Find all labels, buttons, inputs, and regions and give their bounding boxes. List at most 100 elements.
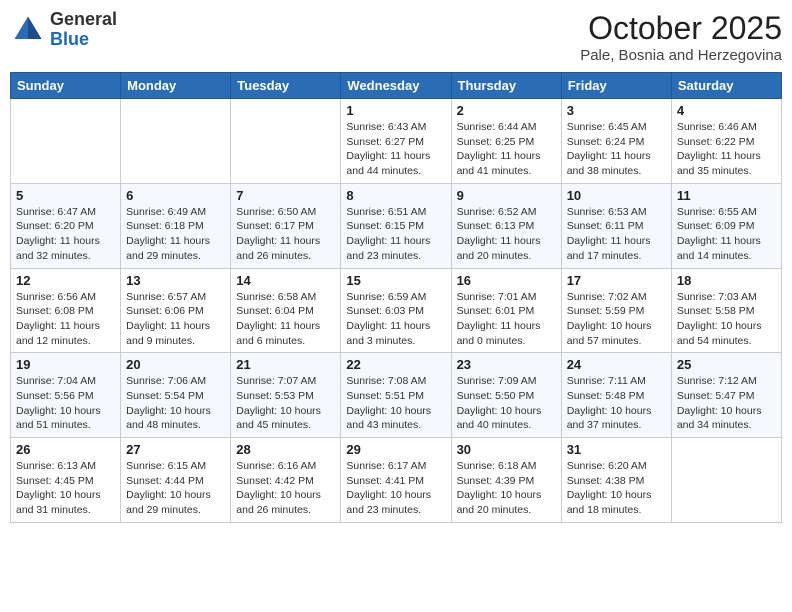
day-number: 9 xyxy=(457,188,556,203)
weekday-header-sunday: Sunday xyxy=(11,73,121,99)
day-info: Sunrise: 6:43 AM Sunset: 6:27 PM Dayligh… xyxy=(346,120,445,179)
day-info: Sunrise: 7:12 AM Sunset: 5:47 PM Dayligh… xyxy=(677,374,776,433)
calendar-cell: 25 Sunrise: 7:12 AM Sunset: 5:47 PM Dayli… xyxy=(671,353,781,438)
calendar-cell: 16 Sunrise: 7:01 AM Sunset: 6:01 PM Dayli… xyxy=(451,268,561,353)
calendar-cell: 21 Sunrise: 7:07 AM Sunset: 5:53 PM Dayli… xyxy=(231,353,341,438)
day-number: 8 xyxy=(346,188,445,203)
calendar-week-row: 26 Sunrise: 6:13 AM Sunset: 4:45 PM Dayli… xyxy=(11,438,782,523)
calendar-cell: 29 Sunrise: 6:17 AM Sunset: 4:41 PM Dayli… xyxy=(341,438,451,523)
calendar-cell: 22 Sunrise: 7:08 AM Sunset: 5:51 PM Dayli… xyxy=(341,353,451,438)
day-info: Sunrise: 7:11 AM Sunset: 5:48 PM Dayligh… xyxy=(567,374,666,433)
calendar-cell: 4 Sunrise: 6:46 AM Sunset: 6:22 PM Daylig… xyxy=(671,99,781,184)
calendar-week-row: 5 Sunrise: 6:47 AM Sunset: 6:20 PM Daylig… xyxy=(11,183,782,268)
logo: General Blue xyxy=(10,10,117,50)
calendar-cell: 9 Sunrise: 6:52 AM Sunset: 6:13 PM Daylig… xyxy=(451,183,561,268)
day-number: 15 xyxy=(346,273,445,288)
day-number: 29 xyxy=(346,442,445,457)
day-info: Sunrise: 6:16 AM Sunset: 4:42 PM Dayligh… xyxy=(236,459,335,518)
day-info: Sunrise: 7:09 AM Sunset: 5:50 PM Dayligh… xyxy=(457,374,556,433)
calendar-cell: 2 Sunrise: 6:44 AM Sunset: 6:25 PM Daylig… xyxy=(451,99,561,184)
day-info: Sunrise: 6:46 AM Sunset: 6:22 PM Dayligh… xyxy=(677,120,776,179)
day-info: Sunrise: 6:55 AM Sunset: 6:09 PM Dayligh… xyxy=(677,205,776,264)
calendar-cell xyxy=(671,438,781,523)
day-info: Sunrise: 6:44 AM Sunset: 6:25 PM Dayligh… xyxy=(457,120,556,179)
day-number: 2 xyxy=(457,103,556,118)
calendar-cell xyxy=(231,99,341,184)
day-info: Sunrise: 6:45 AM Sunset: 6:24 PM Dayligh… xyxy=(567,120,666,179)
day-number: 11 xyxy=(677,188,776,203)
day-info: Sunrise: 6:56 AM Sunset: 6:08 PM Dayligh… xyxy=(16,290,115,349)
calendar-cell: 12 Sunrise: 6:56 AM Sunset: 6:08 PM Dayli… xyxy=(11,268,121,353)
calendar-cell: 17 Sunrise: 7:02 AM Sunset: 5:59 PM Dayli… xyxy=(561,268,671,353)
day-number: 5 xyxy=(16,188,115,203)
logo-icon xyxy=(10,12,46,48)
day-info: Sunrise: 6:58 AM Sunset: 6:04 PM Dayligh… xyxy=(236,290,335,349)
day-info: Sunrise: 6:20 AM Sunset: 4:38 PM Dayligh… xyxy=(567,459,666,518)
calendar-cell: 18Sunrise: 7:03 AM Sunset: 5:58 PM Dayli… xyxy=(671,268,781,353)
day-number: 12 xyxy=(16,273,115,288)
weekday-header-tuesday: Tuesday xyxy=(231,73,341,99)
day-info: Sunrise: 7:07 AM Sunset: 5:53 PM Dayligh… xyxy=(236,374,335,433)
day-number: 1 xyxy=(346,103,445,118)
day-number: 7 xyxy=(236,188,335,203)
day-number: 22 xyxy=(346,357,445,372)
day-number: 6 xyxy=(126,188,225,203)
location-title: Pale, Bosnia and Herzegovina xyxy=(580,47,782,64)
day-info: Sunrise: 7:03 AM Sunset: 5:58 PM Dayligh… xyxy=(677,290,776,349)
calendar-cell: 3Sunrise: 6:45 AM Sunset: 6:24 PM Daylig… xyxy=(561,99,671,184)
day-info: Sunrise: 7:01 AM Sunset: 6:01 PM Dayligh… xyxy=(457,290,556,349)
calendar-cell: 20Sunrise: 7:06 AM Sunset: 5:54 PM Dayli… xyxy=(121,353,231,438)
weekday-header-saturday: Saturday xyxy=(671,73,781,99)
calendar-cell: 27Sunrise: 6:15 AM Sunset: 4:44 PM Dayli… xyxy=(121,438,231,523)
day-number: 17 xyxy=(567,273,666,288)
calendar-week-row: 12 Sunrise: 6:56 AM Sunset: 6:08 PM Dayli… xyxy=(11,268,782,353)
calendar-week-row: 1 Sunrise: 6:43 AM Sunset: 6:27 PM Daylig… xyxy=(11,99,782,184)
calendar-cell: 28 Sunrise: 6:16 AM Sunset: 4:42 PM Dayli… xyxy=(231,438,341,523)
day-info: Sunrise: 7:04 AM Sunset: 5:56 PM Dayligh… xyxy=(16,374,115,433)
day-number: 25 xyxy=(677,357,776,372)
day-number: 30 xyxy=(457,442,556,457)
calendar-cell: 6 Sunrise: 6:49 AM Sunset: 6:18 PM Daylig… xyxy=(121,183,231,268)
day-number: 26 xyxy=(16,442,115,457)
month-title: October 2025 xyxy=(580,10,782,47)
day-number: 14 xyxy=(236,273,335,288)
day-info: Sunrise: 6:57 AM Sunset: 6:06 PM Dayligh… xyxy=(126,290,225,349)
day-info: Sunrise: 6:17 AM Sunset: 4:41 PM Dayligh… xyxy=(346,459,445,518)
day-number: 28 xyxy=(236,442,335,457)
calendar-cell: 15 Sunrise: 6:59 AM Sunset: 6:03 PM Dayli… xyxy=(341,268,451,353)
logo-general: General xyxy=(50,10,117,30)
calendar-week-row: 19Sunrise: 7:04 AM Sunset: 5:56 PM Dayli… xyxy=(11,353,782,438)
calendar-cell: 7Sunrise: 6:50 AM Sunset: 6:17 PM Daylig… xyxy=(231,183,341,268)
calendar-cell: 19Sunrise: 7:04 AM Sunset: 5:56 PM Dayli… xyxy=(11,353,121,438)
weekday-header-monday: Monday xyxy=(121,73,231,99)
day-info: Sunrise: 6:18 AM Sunset: 4:39 PM Dayligh… xyxy=(457,459,556,518)
calendar-cell: 13Sunrise: 6:57 AM Sunset: 6:06 PM Dayli… xyxy=(121,268,231,353)
day-info: Sunrise: 6:59 AM Sunset: 6:03 PM Dayligh… xyxy=(346,290,445,349)
weekday-header-friday: Friday xyxy=(561,73,671,99)
calendar-cell: 31Sunrise: 6:20 AM Sunset: 4:38 PM Dayli… xyxy=(561,438,671,523)
day-number: 27 xyxy=(126,442,225,457)
day-info: Sunrise: 6:13 AM Sunset: 4:45 PM Dayligh… xyxy=(16,459,115,518)
day-number: 20 xyxy=(126,357,225,372)
calendar-cell xyxy=(121,99,231,184)
day-info: Sunrise: 6:49 AM Sunset: 6:18 PM Dayligh… xyxy=(126,205,225,264)
calendar-cell: 26 Sunrise: 6:13 AM Sunset: 4:45 PM Dayli… xyxy=(11,438,121,523)
calendar-cell xyxy=(11,99,121,184)
logo-text: General Blue xyxy=(50,10,117,50)
calendar-cell: 1 Sunrise: 6:43 AM Sunset: 6:27 PM Daylig… xyxy=(341,99,451,184)
day-info: Sunrise: 6:52 AM Sunset: 6:13 PM Dayligh… xyxy=(457,205,556,264)
title-area: October 2025 Pale, Bosnia and Herzegovin… xyxy=(580,10,782,64)
day-info: Sunrise: 7:08 AM Sunset: 5:51 PM Dayligh… xyxy=(346,374,445,433)
calendar-table: SundayMondayTuesdayWednesdayThursdayFrid… xyxy=(10,72,782,523)
day-number: 21 xyxy=(236,357,335,372)
weekday-header-wednesday: Wednesday xyxy=(341,73,451,99)
day-info: Sunrise: 6:47 AM Sunset: 6:20 PM Dayligh… xyxy=(16,205,115,264)
calendar-cell: 5 Sunrise: 6:47 AM Sunset: 6:20 PM Daylig… xyxy=(11,183,121,268)
day-number: 4 xyxy=(677,103,776,118)
day-info: Sunrise: 7:02 AM Sunset: 5:59 PM Dayligh… xyxy=(567,290,666,349)
day-number: 16 xyxy=(457,273,556,288)
logo-blue: Blue xyxy=(50,30,117,50)
day-info: Sunrise: 6:51 AM Sunset: 6:15 PM Dayligh… xyxy=(346,205,445,264)
day-number: 23 xyxy=(457,357,556,372)
calendar-cell: 14 Sunrise: 6:58 AM Sunset: 6:04 PM Dayli… xyxy=(231,268,341,353)
